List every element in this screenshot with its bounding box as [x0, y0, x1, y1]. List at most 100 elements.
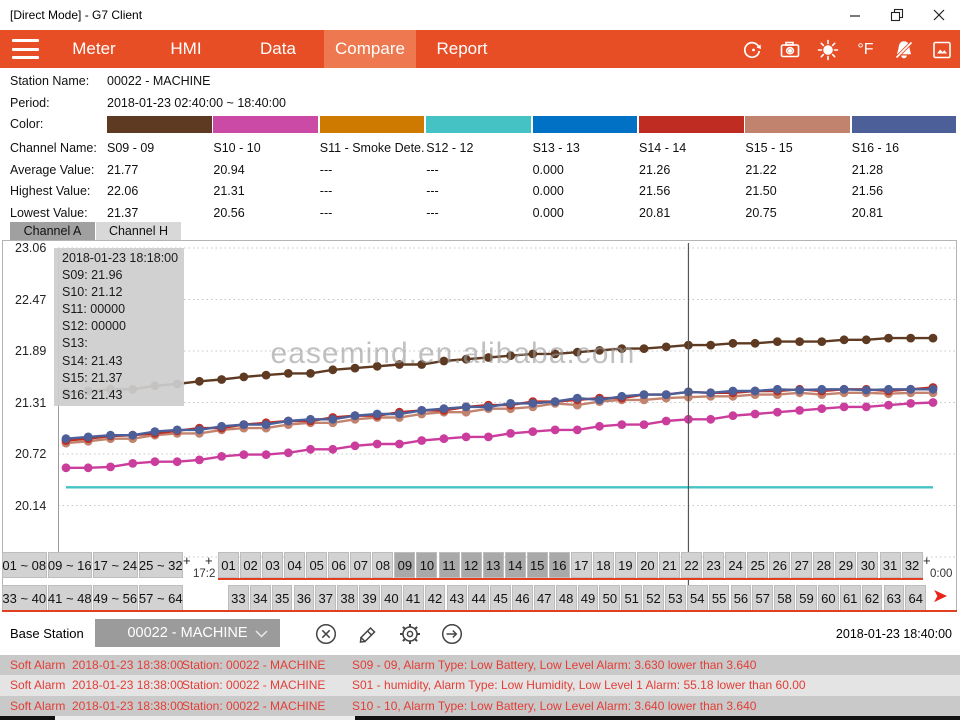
channel-button-26[interactable]: 26	[769, 552, 790, 578]
snapshot-icon[interactable]	[929, 37, 954, 62]
channel-button-25[interactable]: 25	[747, 552, 768, 578]
channel-button-05[interactable]: 05	[306, 552, 327, 578]
channel-button-11[interactable]: 11	[439, 552, 460, 578]
axis-expand-icon[interactable]: +	[205, 553, 213, 568]
channel-button-49~56[interactable]: 49 ~ 56	[93, 585, 138, 611]
channel-button-62[interactable]: 62	[862, 585, 883, 611]
channel-button-34[interactable]: 34	[250, 585, 271, 611]
channel-button-37[interactable]: 37	[315, 585, 336, 611]
channel-button-46[interactable]: 46	[512, 585, 533, 611]
channel-button-02[interactable]: 02	[240, 552, 261, 578]
channel-button-54[interactable]: 54	[687, 585, 708, 611]
channel-button-47[interactable]: 47	[534, 585, 555, 611]
nav-item-hmi[interactable]: HMI	[140, 30, 232, 68]
channel-button-64[interactable]: 64	[905, 585, 926, 611]
channel-button-18[interactable]: 18	[593, 552, 614, 578]
channel-button-59[interactable]: 59	[796, 585, 817, 611]
erase-button[interactable]	[354, 620, 381, 647]
channel-button-32[interactable]: 32	[902, 552, 923, 578]
channel-button-09[interactable]: 09	[394, 552, 415, 578]
channel-button-21[interactable]: 21	[659, 552, 680, 578]
channel-button-03[interactable]: 03	[262, 552, 283, 578]
channel-button-57[interactable]: 57	[752, 585, 773, 611]
alarm-row[interactable]: Soft Alarm2018-01-23 18:38:00Station: 00…	[0, 675, 960, 695]
channel-button-25~32[interactable]: 25 ~ 32	[139, 552, 184, 578]
channel-button-29[interactable]: 29	[835, 552, 856, 578]
close-button[interactable]	[918, 0, 960, 30]
channel-button-61[interactable]: 61	[840, 585, 861, 611]
channel-button-49[interactable]: 49	[578, 585, 599, 611]
channel-button-42[interactable]: 42	[425, 585, 446, 611]
channel-button-14[interactable]: 14	[505, 552, 526, 578]
channel-button-60[interactable]: 60	[818, 585, 839, 611]
channel-button-53[interactable]: 53	[665, 585, 686, 611]
nav-item-meter[interactable]: Meter	[48, 30, 140, 68]
channel-button-07[interactable]: 07	[350, 552, 371, 578]
channel-button-51[interactable]: 51	[621, 585, 642, 611]
channel-button-13[interactable]: 13	[483, 552, 504, 578]
brightness-icon[interactable]	[815, 37, 840, 62]
minimize-button[interactable]	[834, 0, 876, 30]
channel-button-24[interactable]: 24	[725, 552, 746, 578]
channel-button-58[interactable]: 58	[774, 585, 795, 611]
sync-icon[interactable]	[739, 37, 764, 62]
channel-button-35[interactable]: 35	[272, 585, 293, 611]
channel-button-10[interactable]: 10	[416, 552, 437, 578]
next-page-arrow[interactable]: ➤	[932, 585, 948, 611]
channel-button-09~16[interactable]: 09 ~ 16	[48, 552, 93, 578]
channel-button-40[interactable]: 40	[381, 585, 402, 611]
channel-button-33~40[interactable]: 33 ~ 40	[2, 585, 47, 611]
channel-button-06[interactable]: 06	[328, 552, 349, 578]
channel-button-48[interactable]: 48	[556, 585, 577, 611]
alarm-mute-icon[interactable]	[891, 37, 916, 62]
channel-button-28[interactable]: 28	[813, 552, 834, 578]
channel-button-12[interactable]: 12	[461, 552, 482, 578]
channel-button-45[interactable]: 45	[490, 585, 511, 611]
channel-button-27[interactable]: 27	[791, 552, 812, 578]
camera-icon[interactable]	[777, 37, 802, 62]
channel-button-01~08[interactable]: 01 ~ 08	[2, 552, 47, 578]
channel-button-44[interactable]: 44	[468, 585, 489, 611]
nav-item-report[interactable]: Report	[416, 30, 508, 68]
channel-button-31[interactable]: 31	[880, 552, 901, 578]
channel-button-04[interactable]: 04	[284, 552, 305, 578]
channel-button-01[interactable]: 01	[218, 552, 239, 578]
channel-button-57~64[interactable]: 57 ~ 64	[139, 585, 184, 611]
channel-button-17~24[interactable]: 17 ~ 24	[93, 552, 138, 578]
alarm-row[interactable]: Soft Alarm2018-01-23 18:38:00Station: 00…	[0, 696, 960, 716]
alarm-row[interactable]: Soft Alarm2018-01-23 18:38:00Station: 00…	[0, 655, 960, 675]
apply-button[interactable]	[438, 620, 465, 647]
channel-button-17[interactable]: 17	[571, 552, 592, 578]
channel-button-23[interactable]: 23	[703, 552, 724, 578]
tab-channel-h[interactable]: Channel H	[96, 222, 181, 240]
menu-icon[interactable]	[12, 39, 39, 59]
channel-button-55[interactable]: 55	[709, 585, 730, 611]
channel-button-38[interactable]: 38	[337, 585, 358, 611]
channel-button-52[interactable]: 52	[643, 585, 664, 611]
channel-button-56[interactable]: 56	[731, 585, 752, 611]
channel-button-33[interactable]: 33	[228, 585, 249, 611]
tab-channel-a[interactable]: Channel A	[10, 222, 95, 240]
cancel-button[interactable]	[312, 620, 339, 647]
channel-button-63[interactable]: 63	[884, 585, 905, 611]
temp-unit-icon[interactable]: °F	[853, 37, 878, 62]
channel-button-41[interactable]: 41	[403, 585, 424, 611]
channel-button-16[interactable]: 16	[549, 552, 570, 578]
axis-expand-icon[interactable]: +	[923, 553, 931, 568]
nav-item-data[interactable]: Data	[232, 30, 324, 68]
channel-button-22[interactable]: 22	[681, 552, 702, 578]
channel-button-19[interactable]: 19	[615, 552, 636, 578]
channel-button-43[interactable]: 43	[447, 585, 468, 611]
settings-button[interactable]	[396, 620, 423, 647]
channel-button-08[interactable]: 08	[372, 552, 393, 578]
channel-button-39[interactable]: 39	[359, 585, 380, 611]
channel-button-30[interactable]: 30	[857, 552, 878, 578]
nav-item-compare[interactable]: Compare	[324, 30, 416, 68]
channel-button-41~48[interactable]: 41 ~ 48	[48, 585, 93, 611]
channel-button-36[interactable]: 36	[294, 585, 315, 611]
base-station-dropdown[interactable]: 00022 - MACHINE	[95, 619, 280, 647]
channel-button-50[interactable]: 50	[599, 585, 620, 611]
channel-button-15[interactable]: 15	[527, 552, 548, 578]
channel-button-20[interactable]: 20	[637, 552, 658, 578]
axis-expand-icon[interactable]: +	[183, 553, 191, 568]
